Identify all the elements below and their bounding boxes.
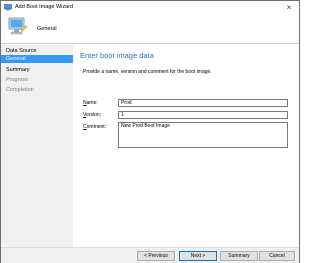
name-label: Name: bbox=[83, 100, 98, 106]
cancel-button[interactable]: Cancel bbox=[259, 251, 295, 261]
comment-field[interactable]: New Prod Boot Image bbox=[118, 122, 288, 148]
version-label: Version: bbox=[83, 112, 102, 118]
next-button[interactable]: Next > bbox=[179, 251, 217, 261]
nav-item-data-source[interactable]: Data Source bbox=[1, 47, 73, 55]
summary-button[interactable]: Summary bbox=[220, 251, 258, 261]
computer-wizard-icon bbox=[7, 16, 29, 38]
comment-label: Comment: bbox=[83, 124, 107, 130]
close-icon[interactable]: × bbox=[283, 2, 295, 13]
wizard-header: General bbox=[1, 14, 299, 44]
name-field[interactable]: Prod bbox=[118, 99, 288, 107]
nav-item-summary[interactable]: Summary bbox=[1, 66, 73, 74]
wizard-footer: < Previous Next > Summary Cancel bbox=[1, 247, 299, 263]
nav-item-progress: Progress bbox=[6, 77, 29, 83]
previous-button[interactable]: < Previous bbox=[137, 251, 175, 261]
wizard-app-icon bbox=[4, 4, 12, 11]
nav-item-completion: Completion bbox=[6, 87, 34, 93]
nav-item-general[interactable]: General bbox=[1, 55, 73, 63]
version-field[interactable]: 1 bbox=[118, 111, 288, 119]
title-bar: Add Boot Image Wizard × bbox=[1, 1, 299, 14]
page-description: Provide a name, version and comment for … bbox=[83, 69, 212, 75]
header-title: General bbox=[37, 26, 57, 32]
wizard-nav: Data Source General Summary Progress Com… bbox=[1, 45, 73, 247]
page-title: Enter boot image data bbox=[80, 51, 154, 60]
window-title: Add Boot Image Wizard bbox=[15, 4, 74, 10]
wizard-window: Add Boot Image Wizard × General Data Sou… bbox=[0, 0, 300, 263]
wizard-content: Enter boot image data Provide a name, ve… bbox=[73, 45, 299, 247]
